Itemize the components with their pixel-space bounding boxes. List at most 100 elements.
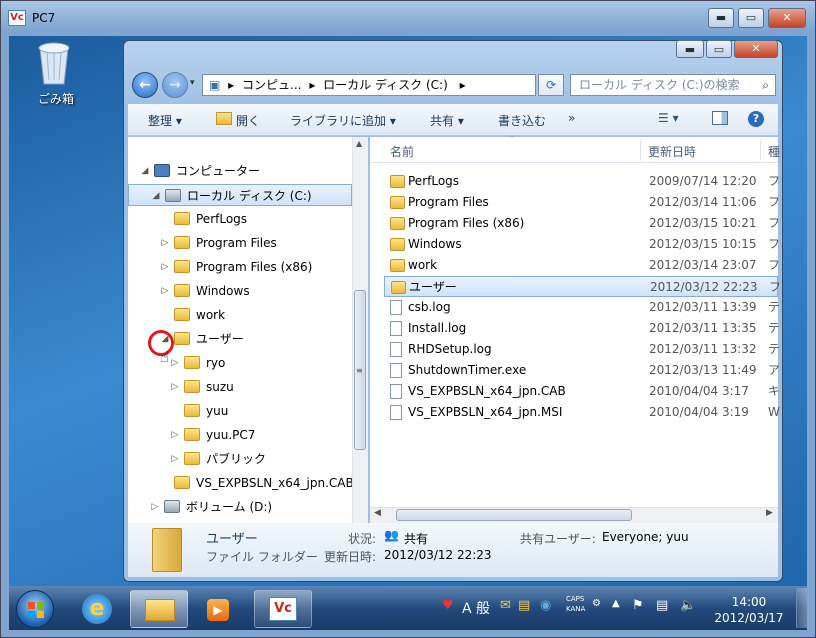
- splitter-grip-icon[interactable]: ≡: [356, 366, 363, 375]
- vnc-title-bar[interactable]: Vc PC7: [0, 0, 814, 36]
- action-center-flag-icon[interactable]: ⚑: [632, 598, 644, 613]
- explorer-minimize-button[interactable]: ▬: [676, 40, 704, 58]
- column-date[interactable]: 更新日時: [648, 143, 696, 160]
- ime-dictionary-icon[interactable]: ▤: [518, 598, 530, 613]
- expand-toggle-icon[interactable]: ▷: [160, 280, 170, 302]
- nav-item[interactable]: ▷ Windows: [128, 280, 352, 302]
- column-type[interactable]: 種: [768, 143, 780, 160]
- refresh-button[interactable]: ⟳: [538, 74, 564, 96]
- system-clock[interactable]: 14:00 2012/03/17: [706, 594, 792, 626]
- nav-item[interactable]: ◢ コンピューター: [128, 160, 352, 182]
- ime-options-icon[interactable]: ⚙: [592, 598, 601, 609]
- expand-toggle-icon[interactable]: ▷: [150, 496, 160, 518]
- nav-item[interactable]: ▷ Program Files (x86): [128, 256, 352, 278]
- nav-item[interactable]: ▷ ボリューム (D:): [128, 496, 352, 518]
- expand-toggle-icon[interactable]: ▷: [170, 448, 180, 470]
- organize-button[interactable]: 整理 ▾: [148, 112, 182, 129]
- hand-cursor-icon: ☝: [160, 348, 170, 366]
- share-button[interactable]: 共有 ▾: [430, 112, 464, 129]
- nav-item[interactable]: ▷ suzu: [128, 376, 352, 398]
- notification-alert-icon[interactable]: ♥: [442, 598, 454, 613]
- network-icon[interactable]: ▤: [656, 598, 668, 613]
- more-commands-button[interactable]: »: [568, 111, 575, 125]
- ime-pad-icon[interactable]: ◉: [540, 598, 551, 613]
- nav-item[interactable]: ◢ ローカル ディスク (C:): [128, 184, 352, 206]
- nav-item[interactable]: ▷ Program Files: [128, 232, 352, 254]
- search-input[interactable]: ローカル ディスク (C:)の検索 ⌕: [570, 74, 776, 96]
- file-row[interactable]: Windows 2012/03/15 10:15 フ: [384, 234, 780, 255]
- column-name[interactable]: 名前: [390, 143, 414, 160]
- column-divider[interactable]: [640, 139, 641, 161]
- volume-icon[interactable]: 🔈: [680, 598, 696, 613]
- ime-mode[interactable]: A 般: [462, 598, 490, 618]
- file-row[interactable]: PerfLogs 2009/07/14 12:20 フ: [384, 171, 780, 192]
- nav-item[interactable]: ▷ パブリック: [128, 448, 352, 470]
- file-type: W: [768, 405, 780, 419]
- help-icon[interactable]: ?: [748, 111, 764, 127]
- taskbar-media-player-button[interactable]: ▶: [192, 590, 250, 628]
- list-scroll-thumb[interactable]: [396, 509, 632, 521]
- expand-toggle-icon[interactable]: ◢: [151, 185, 161, 207]
- expand-toggle-icon[interactable]: ▷: [170, 424, 180, 446]
- file-row[interactable]: VS_EXPBSLN_x64_jpn.CAB 2010/04/04 3:17 キ: [384, 381, 780, 402]
- expand-toggle-icon[interactable]: ▷: [170, 376, 180, 398]
- ime-tool-icon[interactable]: ✉: [500, 598, 511, 613]
- clock-time: 14:00: [731, 595, 767, 609]
- open-button[interactable]: 開く: [236, 112, 260, 129]
- back-button[interactable]: ←: [132, 72, 158, 98]
- nav-item[interactable]: ▷ yuu.PC7: [128, 424, 352, 446]
- file-row[interactable]: csb.log 2012/03/11 13:39 テ: [384, 297, 780, 318]
- file-row[interactable]: Program Files (x86) 2012/03/15 10:21 フ: [384, 213, 780, 234]
- breadcrumb-computer[interactable]: コンピュ...: [242, 78, 301, 92]
- nav-item-label: ボリューム (D:): [186, 500, 273, 514]
- forward-button[interactable]: →: [162, 72, 188, 98]
- close-button[interactable]: ✕: [768, 8, 806, 28]
- minimize-button[interactable]: ▬: [708, 8, 734, 28]
- recycle-bin-icon[interactable]: [32, 38, 80, 85]
- maximize-button[interactable]: ▭: [738, 8, 764, 28]
- nav-item[interactable]: work: [128, 304, 352, 326]
- explorer-maximize-button[interactable]: ▭: [706, 40, 732, 58]
- details-shared-users-value: Everyone; yuu: [602, 530, 689, 544]
- scroll-left-arrow[interactable]: ◀: [374, 508, 381, 518]
- nav-item-label: ユーザー: [196, 332, 244, 346]
- file-row[interactable]: ShutdownTimer.exe 2012/03/13 11:49 ア: [384, 360, 780, 381]
- nav-item[interactable]: VS_EXPBSLN_x64_jpn.CAB: [128, 472, 354, 494]
- column-divider[interactable]: [760, 139, 761, 161]
- breadcrumb-local-disk[interactable]: ローカル ディスク (C:): [323, 78, 448, 92]
- file-date: 2010/04/04 3:19: [649, 405, 749, 419]
- file-date: 2012/03/12 22:23: [650, 280, 758, 294]
- expand-toggle-icon[interactable]: ◢: [140, 160, 150, 182]
- nav-item[interactable]: PerfLogs: [128, 208, 352, 230]
- file-row[interactable]: RHDSetup.log 2012/03/11 13:32 テ: [384, 339, 780, 360]
- recycle-bin-label: ごみ箱: [37, 92, 74, 106]
- add-to-library-button[interactable]: ライブラリに追加 ▾: [290, 112, 396, 129]
- explorer-close-button[interactable]: ✕: [734, 40, 778, 58]
- show-desktop-button[interactable]: [796, 588, 807, 628]
- window-title: PC7: [32, 11, 56, 25]
- file-row[interactable]: work 2012/03/14 23:07 フ: [384, 255, 780, 276]
- internet-explorer-icon[interactable]: e: [82, 594, 112, 624]
- address-bar[interactable]: ▣ ▸ コンピュ... ▸ ローカル ディスク (C:) ▸: [202, 74, 536, 96]
- expand-toggle-icon[interactable]: ▷: [160, 256, 170, 278]
- scroll-right-arrow[interactable]: ▶: [766, 508, 773, 518]
- file-row[interactable]: ユーザー 2012/03/12 22:23 フ: [384, 276, 781, 297]
- expand-toggle-icon[interactable]: ▷: [160, 232, 170, 254]
- file-row[interactable]: VS_EXPBSLN_x64_jpn.MSI 2010/04/04 3:19 W: [384, 402, 780, 423]
- preview-pane-icon[interactable]: [712, 111, 728, 125]
- nav-item[interactable]: yuu: [128, 400, 352, 422]
- nav-item-label: Windows: [196, 284, 250, 298]
- show-hidden-icons[interactable]: ▲: [612, 598, 620, 609]
- vnc-taskbar-icon: Vc: [269, 597, 297, 621]
- file-row[interactable]: Program Files 2012/03/14 11:06 フ: [384, 192, 780, 213]
- burn-button[interactable]: 書き込む: [498, 112, 546, 129]
- taskbar-explorer-button[interactable]: [130, 590, 188, 628]
- file-row[interactable]: Install.log 2012/03/11 13:35 テ: [384, 318, 780, 339]
- taskbar-vnc-button[interactable]: Vc: [254, 590, 312, 628]
- view-options-icon[interactable]: ☰ ▾: [658, 111, 679, 125]
- recent-pages-dropdown[interactable]: ▾: [190, 78, 195, 88]
- file-name: work: [408, 258, 438, 272]
- start-button[interactable]: [16, 590, 54, 628]
- scroll-up-arrow[interactable]: ▲: [356, 139, 362, 148]
- folder-icon: [164, 500, 180, 513]
